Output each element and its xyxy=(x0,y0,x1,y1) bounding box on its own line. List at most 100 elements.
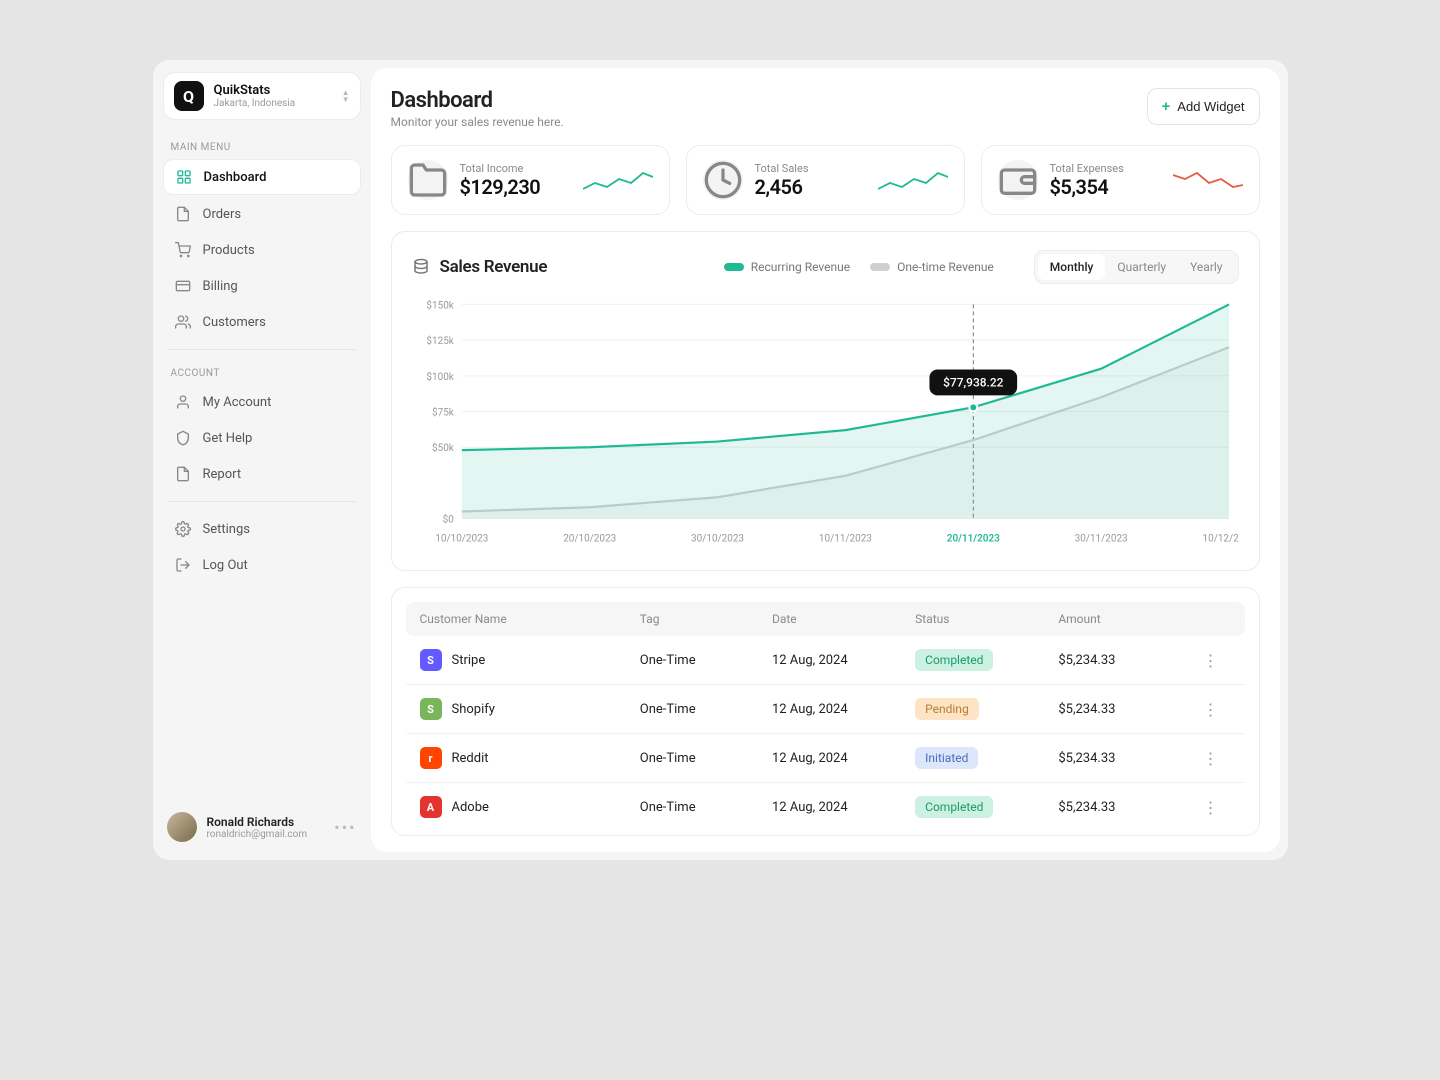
stat-label: Total Expenses xyxy=(1050,162,1124,175)
customer-name: Adobe xyxy=(452,800,489,815)
data-point xyxy=(969,403,977,411)
legend-item: One-time Revenue xyxy=(870,260,994,274)
chart-legend: Recurring Revenue One-time Revenue xyxy=(724,260,994,274)
column-header: Date xyxy=(772,612,915,626)
stat-label: Total Income xyxy=(460,162,541,175)
cell-date: 12 Aug, 2024 xyxy=(772,702,915,717)
sales-revenue-chart[interactable]: $0$50k$75k$100k$125k$150k10/10/202320/10… xyxy=(412,294,1239,554)
x-tick-label: 10/12/2023 xyxy=(1202,534,1238,545)
section-label-main: MAIN MENU xyxy=(171,142,353,153)
cell-date: 12 Aug, 2024 xyxy=(772,653,915,668)
chevron-up-down-icon: ▲▼ xyxy=(342,89,350,103)
page-subtitle: Monitor your sales revenue here. xyxy=(391,115,564,129)
nav-label: Report xyxy=(203,467,242,482)
cart-icon xyxy=(175,242,191,258)
row-menu-icon[interactable]: ⋮ xyxy=(1191,798,1231,817)
nav-account: My AccountGet Help Report xyxy=(163,385,361,491)
sparkline xyxy=(583,162,653,198)
sidebar-item-dashboard[interactable]: Dashboard xyxy=(163,159,361,195)
cell-amount: $5,234.33 xyxy=(1058,751,1190,766)
wallet-icon xyxy=(998,160,1038,200)
users-icon xyxy=(175,314,191,330)
x-tick-label: 20/10/2023 xyxy=(563,534,616,545)
clock-icon xyxy=(703,160,743,200)
table-header: Customer NameTagDateStatusAmount xyxy=(406,602,1245,636)
sidebar-item-report[interactable]: Report xyxy=(163,457,361,491)
brand-name: QuikStats xyxy=(214,83,332,98)
sidebar-item-my-account[interactable]: My Account xyxy=(163,385,361,419)
x-tick-label: 20/11/2023 xyxy=(946,534,999,545)
cell-amount: $5,234.33 xyxy=(1058,653,1190,668)
stat-card-total-income[interactable]: Total Income $129,230 xyxy=(391,145,670,215)
table-row[interactable]: S Stripe One-Time 12 Aug, 2024 Completed… xyxy=(406,636,1245,685)
row-menu-icon[interactable]: ⋮ xyxy=(1191,749,1231,768)
table-row[interactable]: S Shopify One-Time 12 Aug, 2024 Pending … xyxy=(406,685,1245,734)
customer-name: Stripe xyxy=(452,653,486,668)
sidebar-item-customers[interactable]: Customers xyxy=(163,305,361,339)
status-badge: Pending xyxy=(915,698,979,720)
row-menu-icon[interactable]: ⋮ xyxy=(1191,651,1231,670)
clock-icon xyxy=(703,160,743,200)
customer-logo: S xyxy=(420,649,442,671)
chart-header: Sales Revenue Recurring Revenue One-time… xyxy=(412,250,1239,284)
status-badge: Completed xyxy=(915,649,993,671)
sidebar-item-settings[interactable]: Settings xyxy=(163,512,361,546)
nav-footer: SettingsLog Out xyxy=(163,512,361,582)
sidebar-item-billing[interactable]: Billing xyxy=(163,269,361,303)
user-footer: Ronald Richards ronaldrich@gmail.com ••• xyxy=(163,806,361,848)
divider xyxy=(167,501,357,502)
plus-icon: + xyxy=(1162,98,1171,115)
customer-logo: A xyxy=(420,796,442,818)
nav-label: Customers xyxy=(203,315,266,330)
sidebar-item-orders[interactable]: Orders xyxy=(163,197,361,231)
customer-logo: S xyxy=(420,698,442,720)
sales-revenue-panel: Sales Revenue Recurring Revenue One-time… xyxy=(391,231,1260,571)
legend-color xyxy=(870,263,890,271)
table-row[interactable]: A Adobe One-Time 12 Aug, 2024 Completed … xyxy=(406,783,1245,831)
column-header: Amount xyxy=(1058,612,1190,626)
x-tick-label: 10/11/2023 xyxy=(818,534,871,545)
divider xyxy=(167,349,357,350)
sidebar-item-log-out[interactable]: Log Out xyxy=(163,548,361,582)
workspace-switcher[interactable]: Q QuikStats Jakarta, Indonesia ▲▼ xyxy=(163,72,361,120)
cell-tag: One-Time xyxy=(640,800,772,815)
sidebar-item-products[interactable]: Products xyxy=(163,233,361,267)
main-content: Dashboard Monitor your sales revenue her… xyxy=(371,68,1280,852)
status-badge: Initiated xyxy=(915,747,978,769)
stat-card-total-sales[interactable]: Total Sales 2,456 xyxy=(686,145,965,215)
brand-location: Jakarta, Indonesia xyxy=(214,98,332,109)
customer-name: Shopify xyxy=(452,702,495,717)
table-row[interactable]: r Reddit One-Time 12 Aug, 2024 Initiated… xyxy=(406,734,1245,783)
stat-cards: Total Income $129,230 Total Sales 2,456 … xyxy=(391,145,1260,215)
cell-date: 12 Aug, 2024 xyxy=(772,800,915,815)
folder-icon xyxy=(408,160,448,200)
stat-value: $129,230 xyxy=(460,175,541,199)
card-icon xyxy=(175,278,191,294)
sparkline xyxy=(878,162,948,198)
help-icon xyxy=(175,430,191,446)
row-menu-icon[interactable]: ⋮ xyxy=(1191,700,1231,719)
more-icon[interactable]: ••• xyxy=(334,818,356,837)
x-tick-label: 30/11/2023 xyxy=(1074,534,1127,545)
period-tab-quarterly[interactable]: Quarterly xyxy=(1105,254,1178,280)
page-title: Dashboard xyxy=(391,88,564,113)
column-header: Customer Name xyxy=(420,612,640,626)
cell-amount: $5,234.33 xyxy=(1058,800,1190,815)
period-tab-yearly[interactable]: Yearly xyxy=(1178,254,1234,280)
add-widget-button[interactable]: + Add Widget xyxy=(1147,88,1260,125)
y-tick-label: $100k xyxy=(426,372,454,383)
y-tick-label: $150k xyxy=(426,300,454,311)
column-header: Status xyxy=(915,612,1058,626)
logout-icon xyxy=(175,557,191,573)
stat-value: $5,354 xyxy=(1050,175,1124,199)
add-widget-label: Add Widget xyxy=(1177,99,1244,114)
database-icon xyxy=(412,258,430,276)
y-tick-label: $0 xyxy=(442,515,454,526)
sidebar-item-get-help[interactable]: Get Help xyxy=(163,421,361,455)
avatar[interactable] xyxy=(167,812,197,842)
period-tab-monthly[interactable]: Monthly xyxy=(1038,254,1106,280)
tooltip-value: $77,938.22 xyxy=(943,375,1003,389)
cell-amount: $5,234.33 xyxy=(1058,702,1190,717)
stat-card-total-expenses[interactable]: Total Expenses $5,354 xyxy=(981,145,1260,215)
user-email: ronaldrich@gmail.com xyxy=(207,829,308,840)
